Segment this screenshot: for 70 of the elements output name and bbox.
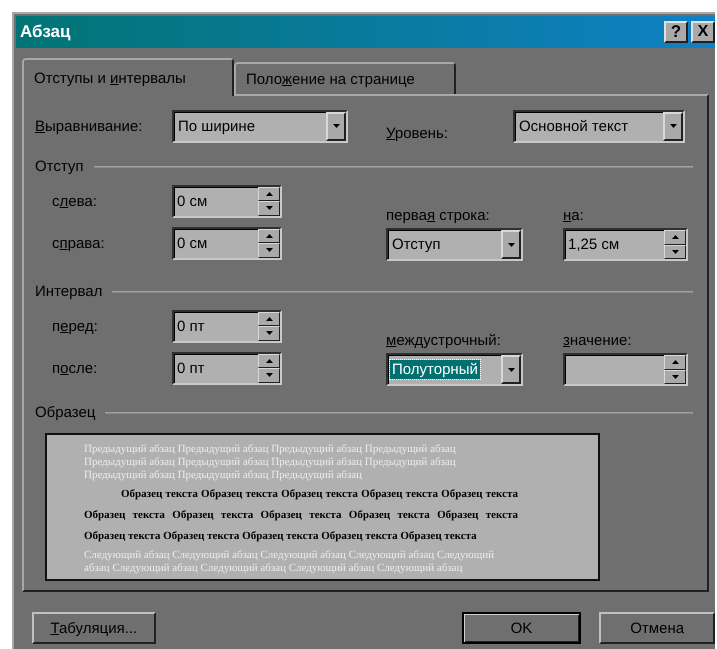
caret-icon xyxy=(508,242,514,246)
caret-icon xyxy=(332,124,340,128)
spin-field[interactable]: 0 пт xyxy=(172,352,282,384)
preview-text: Следующий абзац Следующий абзац Следующий абзац Следующий абзац Следующий абзац Следующий абзац Следующий абзац Следующий абзац Следующий абзац xyxy=(84,549,495,575)
down-arrow-icon xyxy=(266,373,272,378)
spin-up-button[interactable] xyxy=(258,228,280,243)
up-arrow-icon xyxy=(266,358,272,363)
dropdown-button[interactable] xyxy=(501,355,521,384)
selected-value: Основной текст xyxy=(518,116,630,136)
group-title: Образец xyxy=(35,404,96,421)
dropdown[interactable]: Основной текст xyxy=(513,110,685,142)
field-label: первая строка: xyxy=(386,207,491,224)
field-label: Выравнивание: xyxy=(35,118,144,134)
sample-text: Образец текста Образец текста Образец текста Образец текста Образец текста Образец текста Образец текста Образец текста Образец текста Образец текста Образец текста Образец текста Образец текста Образец текста Образец текста xyxy=(84,487,518,544)
spin-down-button[interactable] xyxy=(258,201,280,216)
caret-icon xyxy=(508,368,514,372)
spin-up-button[interactable] xyxy=(258,312,280,326)
down-arrow-icon xyxy=(266,248,272,252)
spin-down-button[interactable] xyxy=(258,243,280,258)
up-arrow-icon xyxy=(266,234,272,238)
selected-value: Полуторный xyxy=(390,360,480,379)
selected-value: Отступ xyxy=(391,235,442,254)
spin-down-button[interactable] xyxy=(664,370,686,384)
up-arrow-icon xyxy=(266,192,272,196)
help-button[interactable]: ? xyxy=(664,21,688,43)
dropdown-button[interactable] xyxy=(501,230,521,259)
field-label: после: xyxy=(51,360,98,376)
window-title: Абзац xyxy=(19,22,70,42)
spin-field[interactable]: 0 см xyxy=(172,184,282,218)
field-label: слева: xyxy=(51,192,97,210)
field-label: справа: xyxy=(51,234,105,252)
field-label: междустрочный: xyxy=(386,332,502,349)
field-label: перед: xyxy=(51,318,98,334)
field-label: на: xyxy=(563,207,585,224)
dropdown[interactable]: Отступ xyxy=(386,228,523,261)
spin-down-button[interactable] xyxy=(258,368,280,382)
spin-field[interactable]: 0 пт xyxy=(172,310,282,342)
dropdown[interactable]: По ширине xyxy=(172,110,348,142)
spin-up-button[interactable] xyxy=(664,230,686,244)
down-arrow-icon xyxy=(672,374,678,379)
caret-icon xyxy=(670,124,676,128)
tab[interactable]: Положение на странице xyxy=(234,62,456,94)
spin-field[interactable] xyxy=(563,353,688,386)
dialog-button[interactable]: Отмена xyxy=(599,612,715,644)
close-button[interactable]: X xyxy=(691,21,715,43)
spin-up-button[interactable] xyxy=(258,354,280,368)
dialog-button[interactable]: Табуляция... xyxy=(32,612,156,644)
up-arrow-icon xyxy=(266,316,272,321)
spin-down-button[interactable] xyxy=(664,244,686,259)
spin-up-button[interactable] xyxy=(664,355,686,370)
spin-field[interactable]: 1,25 см xyxy=(563,228,688,261)
dropdown-button[interactable] xyxy=(663,112,683,140)
dialog-button[interactable]: OK xyxy=(462,612,582,644)
dropdown-button[interactable] xyxy=(326,112,346,140)
dropdown[interactable]: Полуторный xyxy=(386,353,523,386)
preview-text: Предыдущий абзац Предыдущий абзац Предыдущий абзац Предыдущий абзац Предыдущий абзац Предыдущий абзац Предыдущий абзац Предыдущий абзац Предыдущий абзац Предыдущий абзац Предыдущий абзац xyxy=(84,443,457,482)
spin-field[interactable]: 0 см xyxy=(172,226,282,260)
spin-down-button[interactable] xyxy=(258,326,280,340)
up-arrow-icon xyxy=(672,360,678,364)
group-title: Отступ xyxy=(35,158,84,175)
down-arrow-icon xyxy=(266,331,272,336)
field-label: значение: xyxy=(563,332,633,349)
spin-up-button[interactable] xyxy=(258,186,280,201)
tab[interactable]: Отступы и интервалы xyxy=(22,58,234,96)
up-arrow-icon xyxy=(672,235,678,240)
selected-value: По ширине xyxy=(177,116,256,136)
down-arrow-icon xyxy=(266,206,272,210)
field-label: Уровень: xyxy=(385,124,449,142)
down-arrow-icon xyxy=(672,250,678,254)
group-title: Интервал xyxy=(35,283,102,300)
